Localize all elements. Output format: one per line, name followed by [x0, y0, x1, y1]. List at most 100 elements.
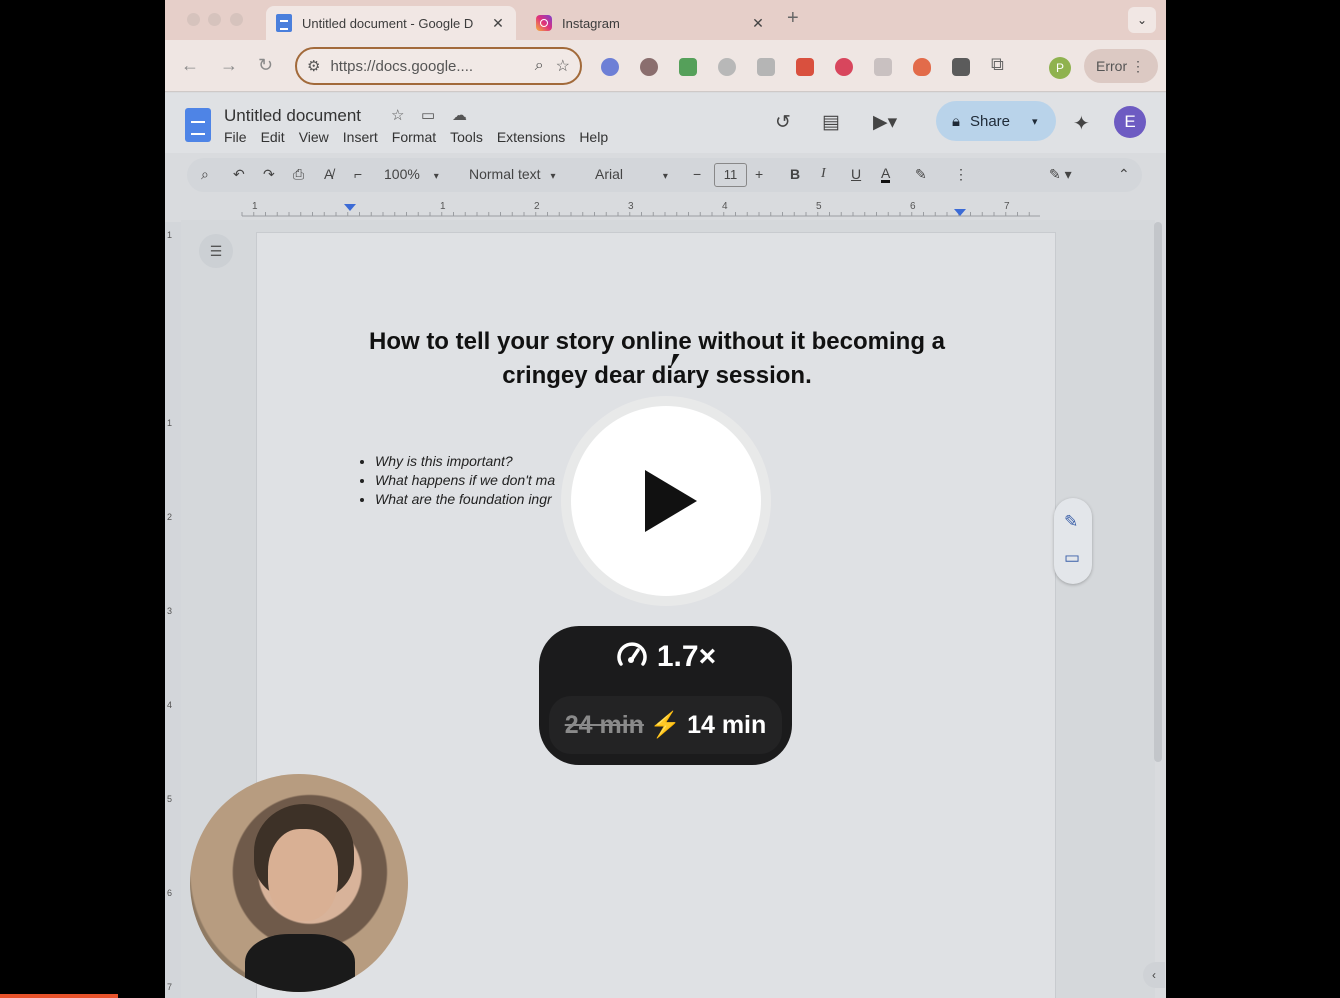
star-icon[interactable]: ☆ [391, 106, 404, 124]
bold-button[interactable]: B [790, 166, 800, 182]
menu-tools[interactable]: Tools [450, 129, 483, 145]
vruler-mark: 1 [167, 230, 173, 240]
profile-avatar[interactable]: P [1049, 57, 1071, 79]
speed-value: 1.7× [656, 640, 717, 673]
text-color-button[interactable]: A [881, 166, 891, 183]
menu-edit[interactable]: Edit [261, 129, 285, 145]
font-size-input[interactable]: 11 [714, 163, 747, 187]
forward-arrow-icon[interactable]: → [220, 55, 238, 76]
chevron-down-icon[interactable]: ▾ [1032, 115, 1038, 128]
menu-help[interactable]: Help [579, 129, 608, 145]
document-outline-icon[interactable]: ☰ [199, 234, 233, 268]
version-history-icon[interactable]: ↺ [775, 111, 791, 134]
document-title[interactable]: Untitled document [224, 106, 361, 126]
redo-icon[interactable]: ↷ [263, 166, 275, 183]
extension-pinterest-icon[interactable] [835, 58, 853, 76]
account-avatar[interactable]: E [1114, 106, 1146, 138]
more-options-icon[interactable]: ⋮ [954, 166, 968, 183]
menu-view[interactable]: View [299, 129, 329, 145]
extension-flame-icon[interactable] [913, 58, 931, 76]
back-arrow-icon[interactable]: ← [181, 55, 199, 76]
highlight-pen-icon[interactable]: ✎ [915, 166, 927, 183]
menu-file[interactable]: File [224, 129, 247, 145]
cloud-saved-icon[interactable]: ☁ [452, 106, 467, 124]
chevron-down-icon: ▾ [433, 171, 439, 182]
video-progress-bar[interactable] [0, 994, 118, 998]
webcam-bubble[interactable] [190, 774, 408, 992]
site-settings-icon[interactable]: ⚙ [307, 57, 320, 75]
italic-button[interactable]: I [821, 166, 826, 182]
search-menus-icon[interactable]: ⌕ [201, 166, 209, 183]
play-icon [645, 470, 697, 532]
ruler-mark: 1 [252, 201, 258, 212]
tab-search-chevron-icon[interactable]: ⌄ [1128, 7, 1156, 33]
side-panel-chevron-icon[interactable]: ‹ [1143, 962, 1165, 988]
bookmark-star-icon[interactable]: ☆ [556, 56, 570, 76]
extensions-puzzle-icon[interactable]: ⧉ [991, 54, 1004, 75]
error-label: Error [1096, 58, 1128, 74]
tab-instagram[interactable]: Instagram ✕ [526, 6, 776, 40]
move-folder-icon[interactable]: ▭ [421, 106, 435, 124]
address-input[interactable]: ⚙ https://docs.google.... ⌕ ☆ [295, 47, 582, 85]
zoom-magnifier-icon[interactable]: ⌕ [535, 57, 544, 75]
vertical-scrollbar[interactable] [1154, 222, 1162, 762]
error-button[interactable]: Error ⋮ [1084, 49, 1158, 83]
vruler-mark: 1 [167, 418, 173, 428]
collapse-menus-chevron-icon[interactable]: ⌃ [1118, 166, 1130, 183]
menu-format[interactable]: Format [392, 129, 436, 145]
new-tab-button[interactable]: + [787, 7, 799, 30]
window-minimize-light[interactable] [208, 13, 221, 26]
tab-title: Instagram [562, 15, 620, 31]
window-zoom-light[interactable] [230, 13, 243, 26]
extension-alien-icon[interactable] [601, 58, 619, 76]
original-duration: 24 min [564, 711, 644, 739]
presenter-shirt [245, 934, 355, 992]
close-tab-icon[interactable]: ✕ [750, 15, 766, 32]
paint-format-icon[interactable]: ⌐ [354, 166, 362, 182]
close-tab-icon[interactable]: ✕ [490, 15, 506, 32]
underline-button[interactable]: U [851, 166, 861, 182]
google-docs-logo-icon[interactable] [185, 108, 211, 142]
share-label: Share [969, 112, 1011, 130]
meet-camera-icon[interactable]: ▶︎▾ [873, 111, 897, 134]
google-docs-favicon-icon [276, 14, 292, 32]
window-close-light[interactable] [187, 13, 200, 26]
font-select[interactable]: Arial ▾ [595, 166, 668, 182]
paragraph-style-select[interactable]: Normal text ▾ [469, 166, 556, 182]
extension-cloud-icon[interactable] [718, 58, 736, 76]
extension-dots-icon[interactable] [952, 58, 970, 76]
reload-icon[interactable]: ↻ [258, 55, 273, 76]
help-me-write-icon[interactable]: ✎ [1064, 512, 1078, 532]
extension-k2-icon[interactable] [874, 58, 892, 76]
increase-font-size-icon[interactable]: + [755, 166, 763, 182]
play-button[interactable] [571, 406, 761, 596]
extension-k-icon[interactable] [640, 58, 658, 76]
extension-todoist-icon[interactable] [796, 58, 814, 76]
share-button[interactable]: 🔒︎ Share ▾ [936, 101, 1056, 141]
decrease-font-size-icon[interactable]: − [693, 166, 701, 182]
editing-mode-pencil-icon[interactable]: ✎ ▾ [1049, 166, 1072, 183]
menu-extensions[interactable]: Extensions [497, 129, 565, 145]
zoom-select[interactable]: 100% ▾ [384, 166, 439, 182]
comments-icon[interactable]: ▤ [822, 111, 840, 134]
vruler-mark: 6 [167, 888, 173, 898]
vruler-mark: 2 [167, 512, 173, 522]
font-value: Arial [595, 166, 624, 182]
document-heading: How to tell your story online without it… [368, 328, 945, 389]
ruler-mark: 7 [1004, 201, 1010, 212]
extension-code-icon[interactable] [757, 58, 775, 76]
vertical-ruler: 1 1 2 3 4 5 6 7 [165, 222, 181, 998]
tab-strip: Untitled document - Google D ✕ Instagram… [165, 0, 1166, 40]
gemini-spark-icon[interactable]: ✦ [1073, 111, 1090, 136]
add-comment-icon[interactable]: ▭ [1064, 548, 1080, 568]
video-player-frame: Untitled document - Google D ✕ Instagram… [0, 0, 1340, 998]
menu-insert[interactable]: Insert [343, 129, 378, 145]
spellcheck-icon[interactable]: A̸ [324, 166, 333, 182]
playback-speed-badge: 1.7× 24 min ⚡ 14 min [539, 626, 792, 765]
new-duration: 14 min [687, 711, 767, 739]
undo-icon[interactable]: ↶ [233, 166, 245, 183]
tab-google-docs[interactable]: Untitled document - Google D ✕ [266, 6, 516, 40]
extension-download-icon[interactable] [679, 58, 697, 76]
print-icon[interactable]: ⎙ [293, 166, 304, 183]
lightning-bolt-icon: ⚡ [649, 711, 682, 739]
